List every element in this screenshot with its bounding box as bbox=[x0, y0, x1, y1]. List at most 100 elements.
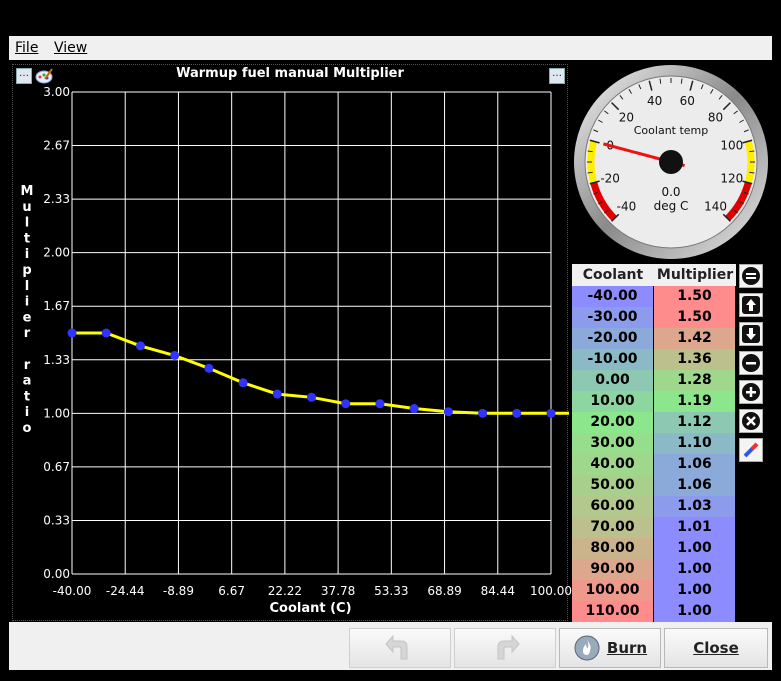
gauge-tick bbox=[680, 78, 683, 84]
data-point bbox=[409, 404, 419, 414]
coolant-cell[interactable]: 40.00 bbox=[572, 454, 653, 475]
redo-button[interactable] bbox=[454, 628, 556, 668]
coolant-cell[interactable]: 30.00 bbox=[572, 433, 653, 454]
x-tick-label: 68.89 bbox=[427, 584, 461, 598]
arrow-up-icon bbox=[742, 296, 760, 314]
close-button[interactable]: Close bbox=[664, 628, 768, 668]
multiplier-cell[interactable]: 1.19 bbox=[654, 391, 735, 412]
coolant-cell[interactable]: -20.00 bbox=[572, 328, 653, 349]
y-axis-label: Multiplier ratio bbox=[21, 184, 34, 436]
table-header: Coolant Multiplier bbox=[572, 264, 736, 286]
interpolate-icon bbox=[743, 442, 759, 458]
coolant-cell[interactable]: 100.00 bbox=[572, 580, 653, 601]
multiplier-cell[interactable]: 1.00 bbox=[654, 559, 735, 580]
multiplier-cell[interactable]: 1.10 bbox=[654, 433, 735, 454]
data-point bbox=[238, 378, 248, 388]
equal-button[interactable] bbox=[739, 264, 763, 288]
gauge-label: -40 bbox=[617, 200, 637, 214]
table-row: -30.00 1.50 bbox=[572, 307, 736, 328]
table-row: 10.00 1.19 bbox=[572, 391, 736, 412]
coolant-cell[interactable]: 90.00 bbox=[572, 559, 653, 580]
coolant-cell[interactable]: -40.00 bbox=[572, 286, 653, 307]
coolant-cell[interactable]: 80.00 bbox=[572, 538, 653, 559]
close-label: Close bbox=[693, 639, 739, 657]
gauge-title: Coolant temp bbox=[634, 124, 709, 137]
multiplier-cell[interactable]: 1.12 bbox=[654, 412, 735, 433]
y-tick-label: 0.33 bbox=[43, 513, 70, 527]
multiplier-cell[interactable]: 1.50 bbox=[654, 286, 735, 307]
table-row: 40.00 1.06 bbox=[572, 454, 736, 475]
table-row: 70.00 1.01 bbox=[572, 517, 736, 538]
col-header-multiplier: Multiplier bbox=[656, 267, 734, 283]
table-body: -40.00 1.50 -30.00 1.50 -20.00 1.42 -10.00 1.36… bbox=[572, 286, 736, 622]
increase-button[interactable] bbox=[739, 293, 763, 317]
data-point bbox=[512, 408, 522, 418]
col-header-coolant: Coolant bbox=[582, 267, 644, 283]
interpolate-button[interactable] bbox=[739, 438, 763, 462]
burn-label: Burn bbox=[606, 639, 648, 657]
x-tick-label: 22.22 bbox=[268, 584, 302, 598]
multiplier-cell[interactable]: 1.36 bbox=[654, 349, 735, 370]
coolant-cell[interactable]: 20.00 bbox=[572, 412, 653, 433]
window-edge bbox=[772, 36, 781, 681]
minus-icon bbox=[742, 354, 760, 372]
equals-icon bbox=[742, 267, 760, 285]
x-tick-label: -8.89 bbox=[163, 584, 194, 598]
multiplier-cell[interactable]: 1.06 bbox=[654, 475, 735, 496]
table-row: 20.00 1.12 bbox=[572, 412, 736, 433]
multiply-button[interactable] bbox=[739, 409, 763, 433]
add-button[interactable] bbox=[739, 380, 763, 404]
table-row: 30.00 1.10 bbox=[572, 433, 736, 454]
coolant-cell[interactable]: 60.00 bbox=[572, 496, 653, 517]
data-point bbox=[101, 328, 111, 338]
coolant-cell[interactable]: 50.00 bbox=[572, 475, 653, 496]
gauge-tick bbox=[587, 150, 593, 153]
gauge-label: 100 bbox=[720, 139, 743, 153]
gauge-label: -20 bbox=[600, 171, 620, 185]
decrease-button[interactable] bbox=[739, 322, 763, 346]
y-tick-label: 2.00 bbox=[43, 246, 70, 260]
multiplier-cell[interactable]: 1.03 bbox=[654, 496, 735, 517]
x-tick-label: -40.00 bbox=[53, 584, 92, 598]
multiplier-cell[interactable]: 1.06 bbox=[654, 454, 735, 475]
table-row: 60.00 1.03 bbox=[572, 496, 736, 517]
y-tick-label: 3.00 bbox=[43, 85, 70, 99]
data-point bbox=[546, 408, 556, 418]
multiplier-cell[interactable]: 1.01 bbox=[654, 517, 735, 538]
x-tick-label: 53.33 bbox=[374, 584, 408, 598]
gauge-label: 140 bbox=[704, 200, 727, 214]
data-point bbox=[307, 392, 316, 402]
coolant-cell[interactable]: 10.00 bbox=[572, 391, 653, 412]
gauge-label: 60 bbox=[680, 94, 695, 108]
multiplier-cell[interactable]: 1.00 bbox=[654, 580, 735, 601]
table-row: 110.00 1.00 bbox=[572, 601, 736, 622]
gauge-label: 40 bbox=[647, 94, 662, 108]
burn-button[interactable]: Burn bbox=[559, 628, 661, 668]
coolant-cell[interactable]: -30.00 bbox=[572, 307, 653, 328]
table-row: 100.00 1.00 bbox=[572, 580, 736, 601]
table-row: -10.00 1.36 bbox=[572, 349, 736, 370]
series-line bbox=[72, 331, 569, 415]
multiplier-cell[interactable]: 1.28 bbox=[654, 370, 735, 391]
coolant-cell[interactable]: 110.00 bbox=[572, 601, 653, 622]
gauge-value: 0.0 bbox=[661, 185, 680, 199]
undo-button[interactable] bbox=[349, 628, 451, 668]
data-point bbox=[170, 350, 180, 360]
x-axis-label: Coolant (C) bbox=[269, 601, 351, 616]
x-tick-label: 6.67 bbox=[218, 584, 245, 598]
multiplier-cell[interactable]: 1.50 bbox=[654, 307, 735, 328]
gauge-label: 120 bbox=[720, 171, 743, 185]
coolant-cell[interactable]: 70.00 bbox=[572, 517, 653, 538]
coolant-cell[interactable]: -10.00 bbox=[572, 349, 653, 370]
multiplier-cell[interactable]: 1.00 bbox=[654, 538, 735, 559]
data-point bbox=[375, 399, 385, 409]
multiplier-cell[interactable]: 1.00 bbox=[654, 601, 735, 622]
y-tick-label: 2.33 bbox=[43, 192, 70, 206]
subtract-button[interactable] bbox=[739, 351, 763, 375]
data-point bbox=[272, 389, 282, 399]
data-point bbox=[204, 363, 214, 373]
coolant-cell[interactable]: 0.00 bbox=[572, 370, 653, 391]
line-chart[interactable]: -40.00 -24.44 -8.89 6.67 22.22 37.78 53.33 68.8… bbox=[0, 0, 572, 625]
multiplier-cell[interactable]: 1.42 bbox=[654, 328, 735, 349]
x-tick-label: 37.78 bbox=[321, 584, 355, 598]
